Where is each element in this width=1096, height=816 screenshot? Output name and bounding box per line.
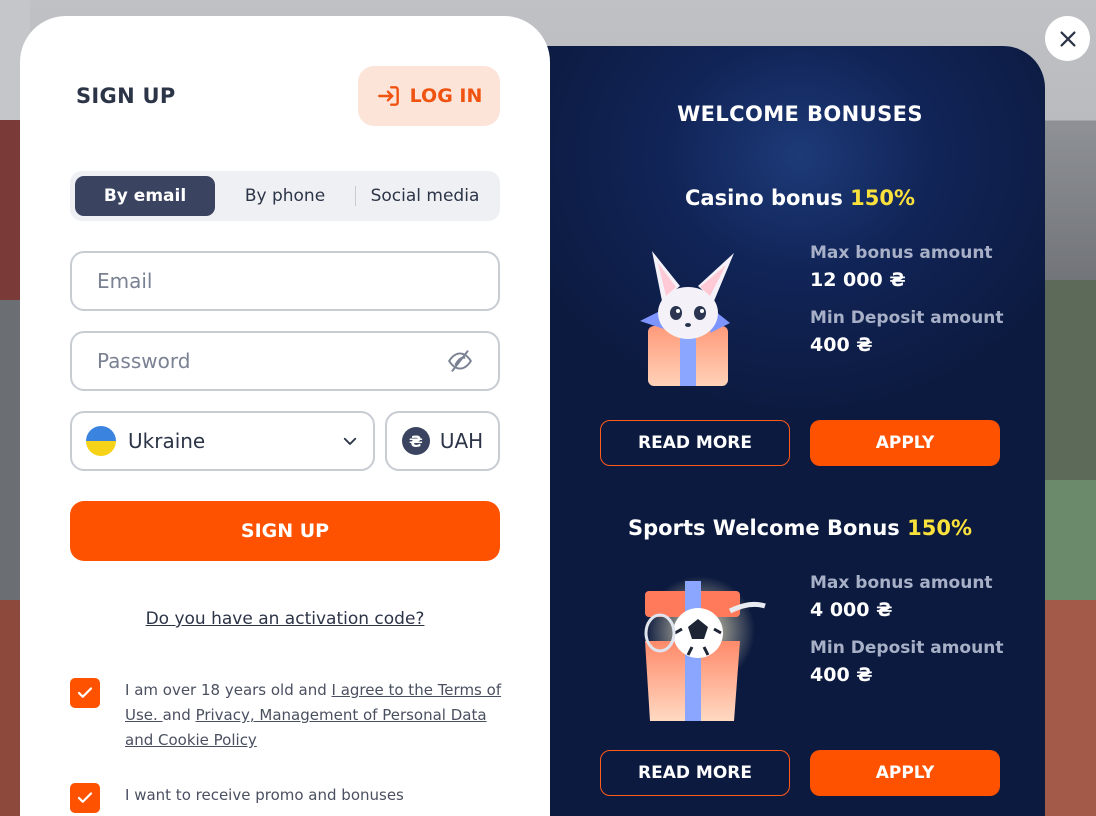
- age-terms-text: I am over 18 years old and I agree to th…: [125, 678, 505, 753]
- sports-min-label: Min Deposit amount: [810, 638, 1004, 658]
- casino-min-label: Min Deposit amount: [810, 308, 1004, 328]
- sports-read-more-button[interactable]: READ MORE: [600, 750, 790, 796]
- age-terms-checkbox[interactable]: [70, 678, 100, 708]
- tab-by-phone[interactable]: By phone: [215, 176, 355, 216]
- casino-apply-button[interactable]: APPLY: [810, 420, 1000, 466]
- fox-gift-icon: [640, 251, 734, 386]
- checkmark-icon: [77, 687, 93, 698]
- activation-code-link[interactable]: Do you have an activation code?: [20, 609, 550, 629]
- sports-min-value: 400 ₴: [810, 664, 873, 686]
- checkmark-icon: [77, 792, 93, 803]
- promo-text: I want to receive promo and bonuses: [125, 786, 404, 804]
- currency-select[interactable]: ₴ UAH: [385, 411, 500, 471]
- country-select[interactable]: Ukraine: [70, 411, 375, 471]
- signup-submit-button[interactable]: SIGN UP: [70, 501, 500, 561]
- login-icon: [377, 86, 399, 106]
- password-field[interactable]: Password: [70, 331, 500, 391]
- casino-bonus-title: Casino bonus 150%: [540, 186, 1060, 210]
- email-field[interactable]: Email: [70, 251, 500, 311]
- close-button[interactable]: [1045, 16, 1090, 61]
- casino-max-value: 12 000 ₴: [810, 269, 906, 291]
- welcome-bonuses-panel: WELCOME BONUSES Casino bonus 150% Max bo…: [540, 46, 1045, 816]
- casino-max-label: Max bonus amount: [810, 243, 993, 263]
- signup-method-tabs: By email By phone Social media: [70, 171, 500, 221]
- consent-middle: and: [162, 706, 196, 724]
- sports-bonus-title: Sports Welcome Bonus 150%: [540, 516, 1060, 540]
- chevron-down-icon: [343, 437, 357, 445]
- eye-off-icon[interactable]: [447, 348, 473, 374]
- welcome-bonuses-title: WELCOME BONUSES: [677, 102, 923, 126]
- promo-consent: I want to receive promo and bonuses: [70, 783, 505, 813]
- casino-read-more-button[interactable]: READ MORE: [600, 420, 790, 466]
- promo-checkbox[interactable]: [70, 783, 100, 813]
- tab-by-email[interactable]: By email: [75, 176, 215, 216]
- login-button[interactable]: LOG IN: [358, 66, 500, 126]
- country-value: Ukraine: [128, 429, 206, 453]
- casino-min-value: 400 ₴: [810, 334, 873, 356]
- sports-apply-button[interactable]: APPLY: [810, 750, 1000, 796]
- sports-bonus-name: Sports Welcome Bonus: [628, 516, 900, 540]
- tab-social-media[interactable]: Social media: [355, 176, 495, 216]
- signup-title: SIGN UP: [76, 84, 176, 108]
- login-label: LOG IN: [409, 85, 483, 107]
- ukraine-flag-icon: [86, 426, 116, 456]
- sports-max-value: 4 000 ₴: [810, 599, 893, 621]
- email-placeholder: Email: [97, 269, 153, 293]
- currency-value: UAH: [439, 429, 484, 453]
- sports-bonus-percent: 150%: [907, 516, 972, 540]
- consent-prefix: I am over 18 years old and: [125, 681, 332, 699]
- password-placeholder: Password: [97, 349, 191, 373]
- age-terms-consent: I am over 18 years old and I agree to th…: [70, 678, 505, 753]
- hryvnia-icon: ₴: [401, 427, 430, 455]
- sports-gift-icon: [644, 576, 766, 721]
- casino-bonus-percent: 150%: [850, 186, 916, 210]
- sports-max-label: Max bonus amount: [810, 573, 993, 593]
- close-icon: [1059, 30, 1076, 47]
- signup-panel: SIGN UP LOG IN By email By phone Social …: [20, 16, 550, 816]
- casino-bonus-name: Casino bonus: [684, 186, 843, 210]
